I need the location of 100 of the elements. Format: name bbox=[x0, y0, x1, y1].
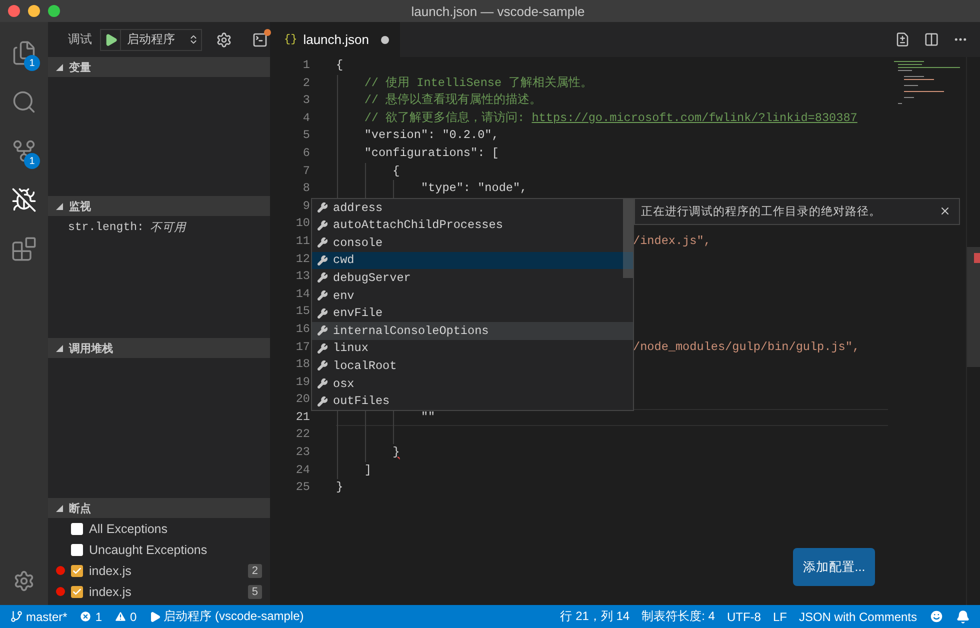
suggestion-item[interactable]: linux bbox=[312, 340, 633, 358]
window-close-button[interactable] bbox=[8, 5, 20, 17]
wrench-icon bbox=[317, 378, 328, 390]
section-title[interactable]: 变量 bbox=[69, 60, 91, 74]
source-control-icon[interactable] bbox=[11, 138, 37, 164]
collapse-icon[interactable] bbox=[56, 64, 63, 70]
status-item[interactable]: JSON with Comments bbox=[798, 610, 917, 624]
tab-label: launch.json bbox=[303, 32, 369, 47]
code-line: } bbox=[392, 445, 400, 460]
smiley-icon[interactable] bbox=[929, 609, 944, 624]
code-line: // 悬停以查看现有属性的描述。 bbox=[363, 93, 542, 108]
split-icon[interactable] bbox=[924, 32, 939, 47]
editor-tab[interactable]: {} launch.json bbox=[270, 22, 400, 57]
scrollbar[interactable] bbox=[966, 57, 980, 605]
line-number: 22 bbox=[294, 426, 310, 444]
wrench-icon bbox=[317, 308, 328, 319]
status-item[interactable]: UTF-8 bbox=[726, 610, 761, 624]
count-badge: 1 bbox=[24, 55, 40, 71]
checkbox[interactable] bbox=[71, 564, 83, 576]
files-icon[interactable] bbox=[11, 40, 37, 66]
code-line: "" bbox=[420, 410, 436, 424]
settings-icon[interactable] bbox=[13, 570, 35, 592]
suggestion-item[interactable]: localRoot bbox=[312, 357, 633, 375]
line-number: 21 bbox=[294, 408, 310, 426]
file-diff-icon[interactable] bbox=[895, 32, 910, 47]
line-number: 2 bbox=[302, 74, 310, 92]
debug-icon[interactable] bbox=[11, 186, 37, 212]
line-number: 12 bbox=[294, 250, 310, 268]
code-line: "configurations": [ bbox=[363, 146, 499, 160]
error-count[interactable]: 1 bbox=[95, 610, 102, 624]
line-number: 3 bbox=[302, 92, 310, 110]
play-icon[interactable] bbox=[104, 32, 118, 46]
suggestion-item[interactable]: internalConsoleOptions bbox=[312, 322, 633, 340]
suggestion-item[interactable]: address bbox=[312, 198, 633, 216]
status-item[interactable]: 行 21，列 14 bbox=[560, 608, 630, 625]
branch-status[interactable]: master* bbox=[26, 610, 68, 624]
search-icon[interactable] bbox=[11, 88, 37, 114]
window-title: launch.json — vscode-sample bbox=[410, 4, 586, 18]
link[interactable]: https://go.microsoft.com/fwlink/?linkid=830387 bbox=[532, 110, 858, 125]
wrench-icon bbox=[317, 254, 328, 266]
wrench-icon bbox=[317, 396, 328, 407]
updown-icon[interactable] bbox=[188, 34, 199, 45]
breakpoint-label: index.js bbox=[89, 564, 132, 578]
line-number: 9 bbox=[302, 198, 310, 215]
suggestion-item[interactable]: osx bbox=[312, 374, 633, 392]
status-item[interactable]: 制表符长度: 4 bbox=[642, 608, 715, 625]
play-icon bbox=[148, 610, 161, 622]
section-title[interactable]: 调用堆栈 bbox=[69, 340, 113, 356]
status-item[interactable]: LF bbox=[772, 610, 787, 624]
branch-icon bbox=[10, 610, 23, 623]
gear-icon[interactable] bbox=[216, 32, 232, 48]
line-number: 23 bbox=[294, 444, 310, 462]
code-line: /index.js", bbox=[633, 234, 711, 248]
wrench-icon bbox=[317, 360, 328, 372]
suggestion-item[interactable]: envFile bbox=[312, 304, 633, 322]
line-number: 19 bbox=[294, 374, 310, 391]
suggestion-item[interactable]: console bbox=[312, 234, 633, 252]
line-number: 16 bbox=[294, 320, 310, 338]
code-line: // 使用 IntelliSense 了解相关属性。 bbox=[363, 76, 593, 90]
line-number: 8 bbox=[302, 180, 310, 198]
extensions-icon[interactable] bbox=[11, 236, 37, 262]
warning-count[interactable]: 0 bbox=[130, 610, 137, 624]
collapse-icon[interactable] bbox=[56, 202, 63, 210]
terminal-icon[interactable] bbox=[252, 32, 268, 48]
line-number: 25 bbox=[294, 479, 310, 496]
code-line: /node_modules/gulp/bin/gulp.js", bbox=[633, 340, 860, 354]
breakpoint-dot bbox=[56, 587, 65, 596]
checkbox[interactable] bbox=[71, 586, 83, 598]
suggestion-item[interactable]: outFiles bbox=[312, 392, 633, 410]
checkbox[interactable] bbox=[71, 544, 83, 556]
suggestion-item[interactable]: cwd bbox=[312, 252, 633, 270]
collapse-icon[interactable] bbox=[56, 504, 63, 512]
wrench-icon bbox=[317, 325, 328, 336]
wrench-icon bbox=[317, 272, 328, 284]
code-line: { bbox=[336, 58, 344, 72]
line-number: 5 bbox=[302, 127, 310, 144]
section-title[interactable]: 断点 bbox=[69, 500, 91, 516]
close-icon[interactable] bbox=[939, 205, 951, 218]
line-number: 20 bbox=[294, 391, 310, 408]
code-line: { bbox=[392, 164, 400, 178]
line-number: 1 bbox=[302, 57, 310, 74]
line-number: 15 bbox=[294, 303, 310, 320]
suggestion-item[interactable]: autoAttachChildProcesses bbox=[312, 216, 633, 234]
watch-expression: str.length: bbox=[68, 220, 144, 234]
collapse-icon[interactable] bbox=[56, 344, 63, 352]
window-zoom-button[interactable] bbox=[48, 5, 60, 17]
suggestion-item[interactable]: env bbox=[312, 286, 633, 304]
window-minimize-button[interactable] bbox=[28, 5, 40, 17]
notification-bell-icon[interactable] bbox=[956, 610, 970, 624]
scrollbar[interactable] bbox=[623, 198, 633, 278]
details-text: 正在进行调试的程序的工作目录的绝对路径。 bbox=[641, 204, 881, 219]
add-configuration-button[interactable]: 添加配置... bbox=[793, 548, 875, 586]
section-title[interactable]: 监视 bbox=[69, 198, 91, 214]
checkbox[interactable] bbox=[71, 522, 83, 534]
suggestion-item[interactable]: debugServer bbox=[312, 269, 633, 287]
breakpoint-label: index.js bbox=[89, 584, 132, 598]
launch-status[interactable]: 启动程序 (vscode-sample) bbox=[164, 608, 304, 625]
code-line: "version": "0.2.0", bbox=[363, 128, 499, 142]
line-number: 18 bbox=[294, 356, 310, 374]
debug-label: 调试 bbox=[68, 31, 92, 48]
